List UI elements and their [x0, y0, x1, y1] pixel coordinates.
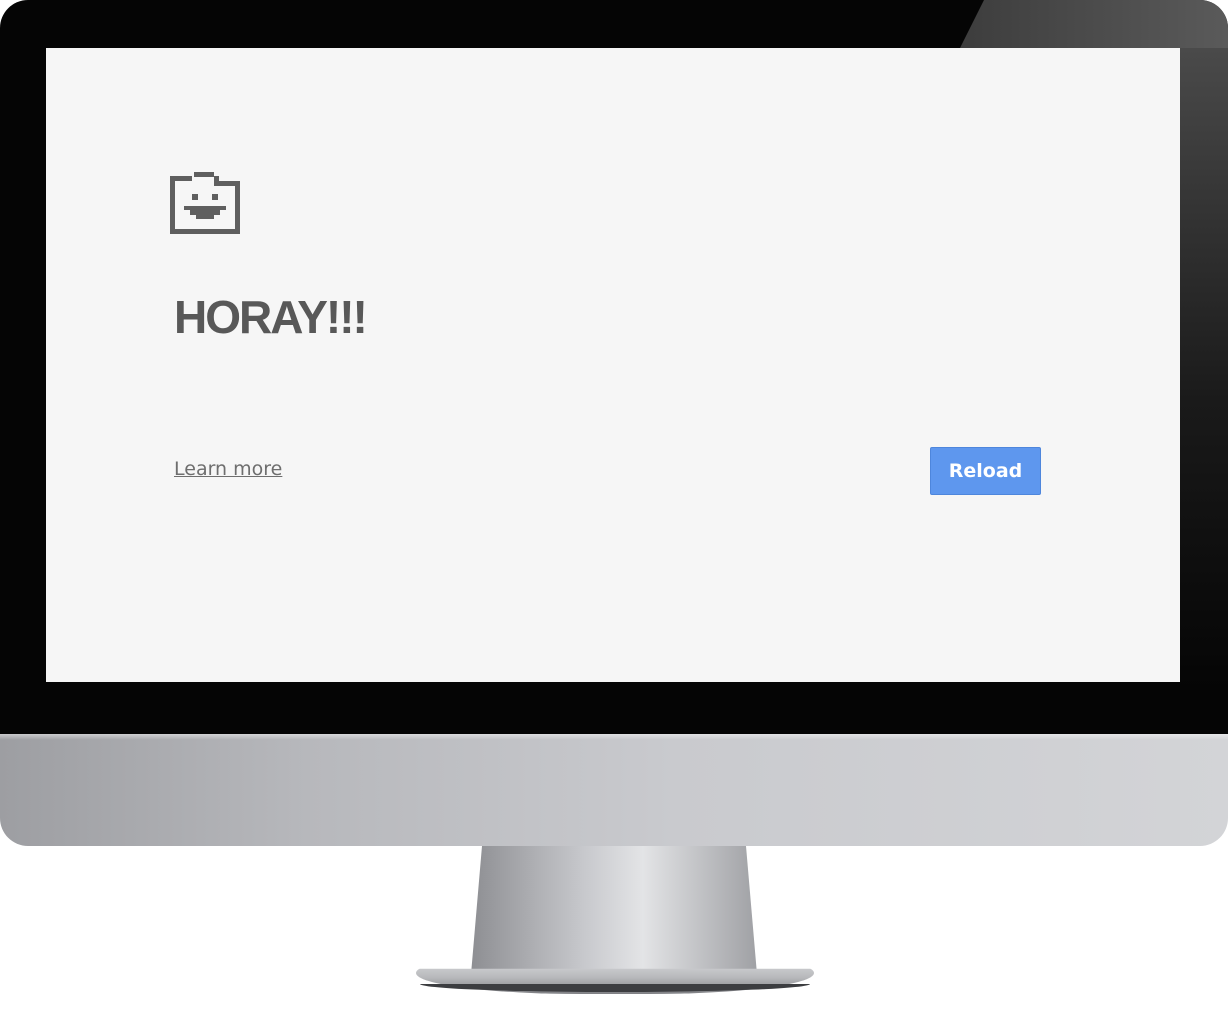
bezel-glare-side — [1180, 48, 1228, 688]
bezel-glare — [960, 0, 1228, 48]
chin-highlight — [0, 734, 1228, 740]
monitor-stand-neck — [470, 846, 758, 986]
monitor-mockup: HORAY!!! Learn more Reload — [0, 0, 1228, 1010]
page-title: HORAY!!! — [174, 291, 368, 343]
reload-button[interactable]: Reload — [930, 447, 1041, 495]
learn-more-link[interactable]: Learn more — [174, 458, 282, 480]
monitor-chin — [0, 734, 1228, 846]
monitor-bezel: HORAY!!! Learn more Reload — [0, 0, 1228, 734]
monitor-stand-base-edge — [420, 984, 810, 992]
screen: HORAY!!! Learn more Reload — [46, 48, 1180, 682]
smiling-folder-icon — [170, 172, 240, 234]
